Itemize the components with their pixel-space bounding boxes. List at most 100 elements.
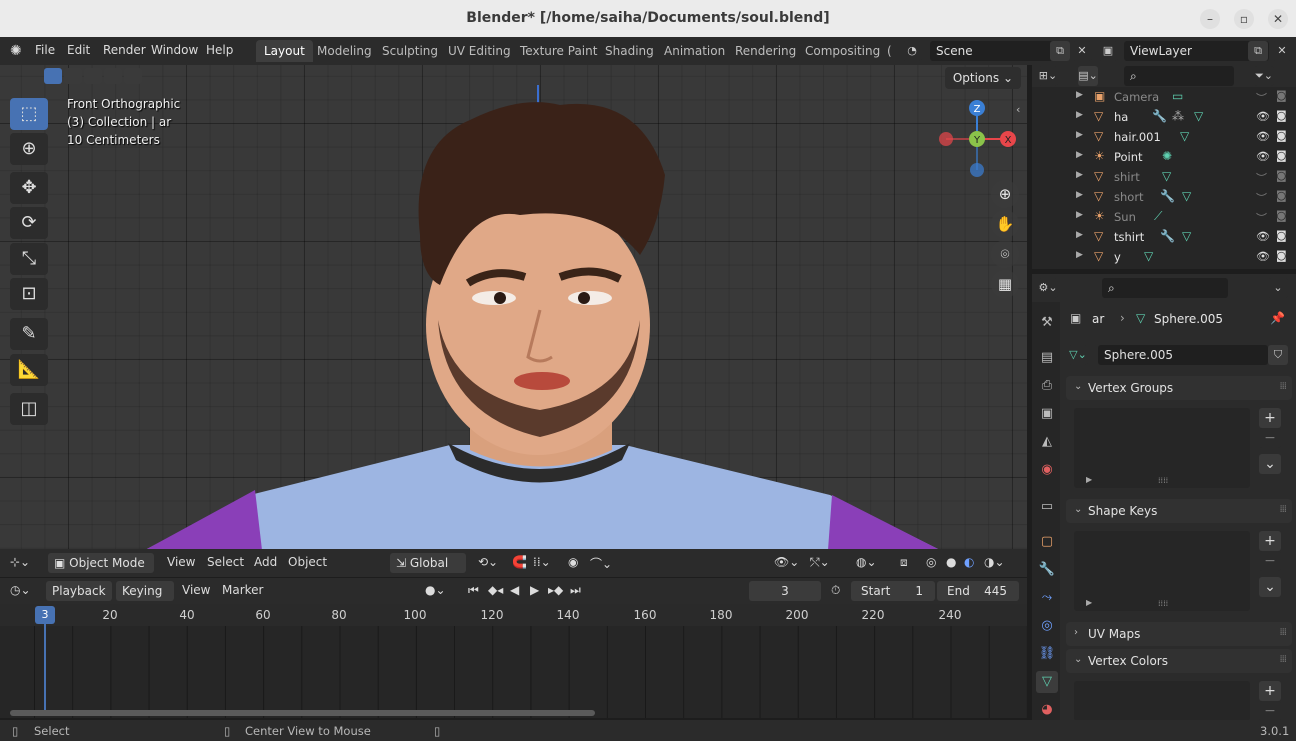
outliner-item[interactable]: ▶ ▽ shirt ▽ ︶ ◙ bbox=[1032, 167, 1296, 187]
transform-orientation-selector[interactable]: ⇲ Global ⌄ bbox=[390, 553, 466, 590]
next-keyframe-icon[interactable]: ▸◆ bbox=[548, 583, 563, 597]
mesh-data-tab-icon[interactable]: ▽ bbox=[1036, 671, 1058, 693]
drag-grip-icon[interactable]: ⁞⁞⁞ bbox=[1279, 627, 1286, 638]
particles-tab-icon[interactable]: ⤳ bbox=[1036, 587, 1058, 609]
material-shading-icon[interactable]: ◐ bbox=[964, 555, 974, 569]
jump-end-icon[interactable]: ⏭ bbox=[570, 583, 581, 598]
drag-grip-icon[interactable]: ⁞⁞⁞ bbox=[1279, 504, 1286, 515]
list-resize-grip-icon[interactable]: ⁞⁞⁞⁞ bbox=[1158, 476, 1168, 485]
list-expand-icon[interactable]: ▶ bbox=[1086, 598, 1092, 607]
tab-rendering[interactable]: Rendering bbox=[727, 40, 804, 62]
proportional-edit-icon[interactable]: ◉ bbox=[568, 555, 578, 569]
zoom-icon[interactable]: ⊕ bbox=[991, 180, 1019, 208]
render-camera-icon[interactable]: ◙ bbox=[1276, 189, 1287, 202]
vertex-colors-list[interactable] bbox=[1074, 681, 1250, 720]
scene-selector[interactable]: Scene bbox=[930, 41, 1070, 61]
tab-overflow[interactable]: ( bbox=[879, 40, 900, 62]
expand-arrow-icon[interactable]: ▶ bbox=[1076, 230, 1083, 240]
navigation-gizmo[interactable]: Z X Y bbox=[930, 100, 1026, 180]
minimize-button[interactable]: – bbox=[1200, 9, 1220, 29]
output-tab-icon[interactable]: ⎙ bbox=[1036, 375, 1058, 397]
perspective-grid-icon[interactable]: ▦ bbox=[991, 270, 1019, 298]
filter-icon[interactable]: ⏷⌄ bbox=[1254, 66, 1274, 86]
render-camera-icon[interactable]: ◙ bbox=[1276, 209, 1287, 222]
playhead-frame-badge[interactable]: 3 bbox=[35, 606, 55, 624]
display-mode-icon[interactable]: ▤⌄ bbox=[1078, 66, 1098, 86]
play-reverse-icon[interactable]: ◀ bbox=[510, 583, 519, 597]
character-model[interactable] bbox=[0, 65, 1027, 550]
tab-compositing[interactable]: Compositing bbox=[797, 40, 888, 62]
render-camera-icon[interactable]: ◙ bbox=[1276, 89, 1287, 102]
remove-vertex-group-button[interactable]: − bbox=[1259, 428, 1281, 448]
pivot-point-icon[interactable]: ⟲⌄ bbox=[478, 555, 498, 569]
remove-shape-key-button[interactable]: − bbox=[1259, 551, 1281, 571]
menu-object[interactable]: Object bbox=[288, 555, 327, 569]
menu-window[interactable]: Window bbox=[151, 43, 198, 57]
expand-arrow-icon[interactable]: ▶ bbox=[1076, 110, 1083, 120]
expand-arrow-icon[interactable]: ▶ bbox=[1076, 210, 1083, 220]
object-tab-icon[interactable]: ▢ bbox=[1036, 531, 1058, 553]
outliner-item[interactable]: ▶ ▣ Camera ▭ ︶ ◙ bbox=[1032, 87, 1296, 107]
list-resize-grip-icon[interactable]: ⁞⁞⁞⁞ bbox=[1158, 599, 1168, 608]
visibility-eye-icon[interactable]: ︶ bbox=[1256, 90, 1267, 106]
mesh-selector-icon[interactable]: ▽⌄ bbox=[1068, 345, 1088, 365]
maximize-button[interactable]: ▫ bbox=[1234, 9, 1254, 29]
snap-icon[interactable]: 🧲 bbox=[512, 555, 527, 569]
pan-hand-icon[interactable]: ✋ bbox=[991, 210, 1019, 238]
3d-viewport[interactable]: Options ⌄ Front Orthographic (3) Collect… bbox=[0, 65, 1027, 577]
pin-icon[interactable]: 📌 bbox=[1270, 311, 1285, 325]
tab-layout[interactable]: Layout bbox=[256, 40, 313, 62]
render-camera-icon[interactable]: ◙ bbox=[1276, 149, 1287, 162]
prev-keyframe-icon[interactable]: ◆◂ bbox=[488, 583, 503, 597]
view-layer-tab-icon[interactable]: ▣ bbox=[1036, 403, 1058, 425]
vertex-group-specials-button[interactable]: ⌄ bbox=[1259, 454, 1281, 474]
playback-menu[interactable]: Playback ⌄ bbox=[46, 581, 112, 618]
properties-search-input[interactable]: ⌕ bbox=[1102, 278, 1228, 298]
drag-grip-icon[interactable]: ⁞⁞⁞ bbox=[1279, 654, 1286, 665]
material-tab-icon[interactable]: ◕ bbox=[1036, 699, 1058, 720]
sidebar-toggle-icon[interactable]: ‹ bbox=[1016, 103, 1020, 116]
visibility-eye-icon[interactable]: ︶ bbox=[1256, 190, 1267, 206]
visibility-eye-icon[interactable]: 👁 bbox=[1256, 230, 1270, 243]
shape-key-specials-button[interactable]: ⌄ bbox=[1259, 577, 1281, 597]
render-camera-icon[interactable]: ◙ bbox=[1276, 169, 1287, 182]
falloff-icon[interactable]: ⌒⌄ bbox=[590, 555, 612, 572]
mesh-name-field[interactable]: Sphere.005 bbox=[1098, 345, 1268, 365]
stopwatch-icon[interactable]: ⏱ bbox=[831, 583, 840, 598]
outliner-item[interactable]: ▶ ▽ tshirt 🔧 ▽ 👁 ◙ bbox=[1032, 227, 1296, 247]
visibility-eye-icon[interactable]: ︶ bbox=[1256, 210, 1267, 226]
mode-selector[interactable]: ▣ Object Mode ⌄ bbox=[48, 553, 154, 590]
expand-arrow-icon[interactable]: ▶ bbox=[1076, 250, 1083, 260]
uv-maps-panel-header[interactable]: › UV Maps ⁞⁞⁞ bbox=[1066, 622, 1292, 646]
outliner-item[interactable]: ▶ ▽ ha 🔧 ⁂ ▽ 👁 ◙ bbox=[1032, 107, 1296, 127]
outliner-editor-icon[interactable]: ⊞⌄ bbox=[1038, 66, 1058, 86]
marker-menu[interactable]: Marker bbox=[222, 583, 263, 597]
playhead-line[interactable] bbox=[44, 624, 46, 714]
vertex-groups-list[interactable]: ▶ ⁞⁞⁞⁞ bbox=[1074, 408, 1250, 488]
menu-render[interactable]: Render bbox=[103, 43, 146, 57]
timeline-view-menu[interactable]: View bbox=[182, 583, 210, 597]
overlays-icon[interactable]: ◍⌄ bbox=[856, 555, 877, 569]
scene-tab-icon[interactable]: ◭ bbox=[1036, 431, 1058, 453]
tab-texture-paint[interactable]: Texture Paint bbox=[512, 40, 605, 62]
keying-menu[interactable]: Keying ⌄ bbox=[116, 581, 174, 618]
render-tab-icon[interactable]: ▤ bbox=[1036, 347, 1058, 369]
outliner-search-input[interactable]: ⌕ bbox=[1124, 66, 1234, 86]
menu-edit[interactable]: Edit bbox=[67, 43, 90, 57]
physics-tab-icon[interactable]: ◎ bbox=[1036, 615, 1058, 637]
delete-scene-icon[interactable]: ✕ bbox=[1072, 41, 1092, 61]
visibility-eye-icon[interactable]: 👁 bbox=[1256, 250, 1270, 263]
expand-arrow-icon[interactable]: ▶ bbox=[1076, 90, 1083, 100]
current-frame-field[interactable]: 3 bbox=[749, 581, 821, 601]
tab-animation[interactable]: Animation bbox=[656, 40, 733, 62]
outliner[interactable]: ⊞⌄ ▤⌄ ⌕ ⏷⌄ ▶ ▣ Camera ▭ ︶ ◙ ▶ ▽ ha 🔧 ⁂ ▽ 👁 ◙… bbox=[1032, 65, 1296, 269]
start-frame-field[interactable]: Start 1 bbox=[851, 581, 935, 601]
properties-editor-icon[interactable]: ⚙⌄ bbox=[1038, 278, 1058, 298]
jump-start-icon[interactable]: ⏮ bbox=[468, 583, 479, 598]
modifier-tab-icon[interactable]: 🔧 bbox=[1036, 559, 1058, 581]
add-vertex-group-button[interactable]: + bbox=[1259, 408, 1281, 428]
xray-icon[interactable]: ⧈ bbox=[900, 555, 908, 570]
menu-help[interactable]: Help bbox=[206, 43, 233, 57]
tab-uv-editing[interactable]: UV Editing bbox=[440, 40, 519, 62]
outliner-item[interactable]: ▶ ▽ hair.001 ▽ 👁 ◙ bbox=[1032, 127, 1296, 147]
